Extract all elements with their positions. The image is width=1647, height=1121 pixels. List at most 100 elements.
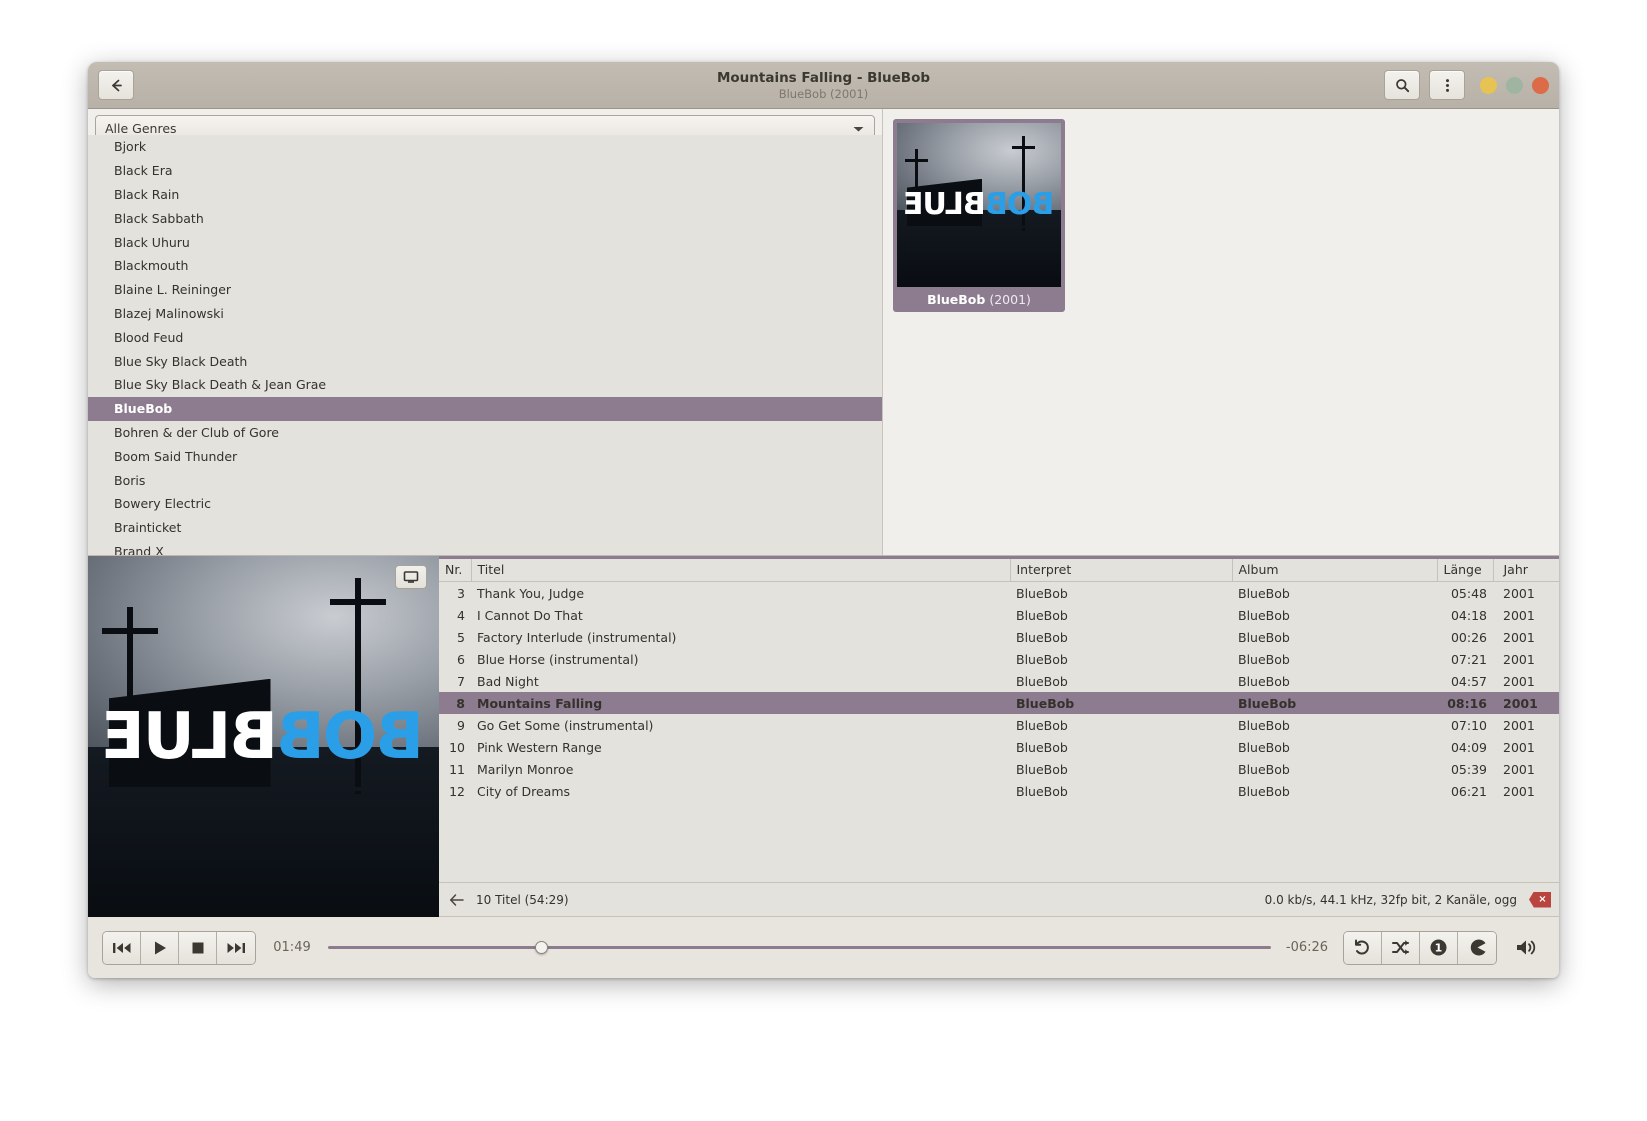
skip-forward-icon bbox=[227, 942, 245, 953]
stop-button[interactable] bbox=[179, 931, 217, 964]
seek-slider[interactable] bbox=[328, 935, 1271, 961]
table-row[interactable]: 10 Pink Western Range BlueBob BlueBob 04:09 2… bbox=[439, 736, 1559, 758]
artist-list-item[interactable]: Black Uhuru bbox=[88, 230, 882, 254]
back-button[interactable] bbox=[98, 70, 134, 100]
browser-area: Alle Genres Bjork Black Era Black Rain Blac… bbox=[88, 109, 1559, 555]
close-button[interactable] bbox=[1532, 76, 1549, 94]
back-arrow-icon bbox=[111, 79, 122, 91]
status-close-tag[interactable]: × bbox=[1529, 891, 1551, 908]
artist-list-item[interactable]: Bjork bbox=[88, 135, 882, 159]
cell-interpret: BlueBob bbox=[1016, 673, 1068, 689]
table-row[interactable]: 6 Blue Horse (instrumental) BlueBob BlueBob… bbox=[439, 648, 1559, 670]
column-header-laenge[interactable]: Länge bbox=[1437, 559, 1494, 582]
cell-interpret: BlueBob bbox=[1016, 761, 1068, 777]
cover-expand-button[interactable] bbox=[395, 565, 427, 589]
table-row[interactable]: 3 Thank You, Judge BlueBob BlueBob 05:48 2001 bbox=[439, 582, 1559, 605]
table-row[interactable]: 4 I Cannot Do That BlueBob BlueBob 04:18 2001 bbox=[439, 604, 1559, 626]
table-row[interactable]: 12 City of Dreams BlueBob BlueBob 06:21 2001 bbox=[439, 780, 1559, 802]
table-row[interactable]: 11 Marilyn Monroe BlueBob BlueBob 05:39 2001 bbox=[439, 758, 1559, 780]
cell-titel: Factory Interlude (instrumental) bbox=[477, 629, 677, 645]
artist-label: Blaine L. Reininger bbox=[114, 282, 232, 298]
album-card[interactable]: BLUEBOB BlueBob (2001) bbox=[893, 119, 1065, 312]
cell-jahr: 2001 bbox=[1503, 651, 1535, 667]
maximize-button[interactable] bbox=[1506, 76, 1523, 94]
cell-jahr: 2001 bbox=[1503, 673, 1535, 689]
cell-interpret: BlueBob bbox=[1016, 783, 1068, 799]
artist-label: Brainticket bbox=[114, 520, 182, 536]
cell-laenge: 04:09 bbox=[1450, 739, 1487, 755]
cell-jahr: 2001 bbox=[1503, 607, 1535, 623]
search-icon bbox=[1395, 78, 1409, 92]
repeat-button[interactable] bbox=[1344, 931, 1382, 964]
player-controls-bar: 01:49 -06:26 1 bbox=[88, 916, 1559, 978]
table-row[interactable]: 5 Factory Interlude (instrumental) BlueBob… bbox=[439, 626, 1559, 648]
screen-icon bbox=[403, 571, 419, 583]
close-tag-label: × bbox=[1538, 894, 1547, 905]
cell-album: BlueBob bbox=[1238, 651, 1290, 667]
tracklist-table[interactable]: Nr. Titel Interpret Album Länge Jahr 3 Th… bbox=[439, 559, 1559, 802]
minimize-button[interactable] bbox=[1480, 76, 1497, 94]
kebab-menu-icon bbox=[1445, 78, 1449, 92]
album-year: (2001) bbox=[989, 292, 1031, 307]
artist-label: Blackmouth bbox=[114, 258, 189, 274]
shuffle-button[interactable] bbox=[1382, 931, 1420, 964]
artist-browser-pane: Alle Genres Bjork Black Era Black Rain Blac… bbox=[88, 109, 883, 555]
page-title: Mountains Falling - BlueBob bbox=[716, 69, 931, 86]
artist-list-item[interactable]: Blazej Malinowski bbox=[88, 302, 882, 326]
volume-button[interactable] bbox=[1507, 932, 1545, 964]
playback-mode-buttons: 1 bbox=[1343, 930, 1497, 965]
consume-button[interactable] bbox=[1458, 931, 1496, 964]
shuffle-icon bbox=[1392, 940, 1409, 955]
artist-label: Boris bbox=[114, 472, 146, 488]
cell-titel: Bad Night bbox=[477, 673, 539, 689]
audio-format-label: 0.0 kb/s, 44.1 kHz, 32fp bit, 2 Kanäle, … bbox=[1264, 892, 1517, 907]
play-button[interactable] bbox=[141, 931, 179, 964]
column-header-nr[interactable]: Nr. bbox=[439, 559, 472, 582]
artist-list-item[interactable]: Boris bbox=[88, 468, 882, 492]
artist-list-item[interactable]: Blue Sky Black Death bbox=[88, 349, 882, 373]
stop-icon bbox=[192, 942, 203, 953]
cell-nr: 3 bbox=[457, 585, 465, 601]
artist-list-item[interactable]: Bowery Electric bbox=[88, 492, 882, 516]
artist-list-item[interactable]: BlueBob bbox=[88, 396, 882, 421]
artist-list-item[interactable]: Blackmouth bbox=[88, 254, 882, 278]
back-arrow-icon[interactable] bbox=[449, 893, 466, 907]
cell-titel: Pink Western Range bbox=[477, 739, 602, 755]
column-header-album[interactable]: Album bbox=[1232, 559, 1438, 582]
column-header-interpret[interactable]: Interpret bbox=[1010, 559, 1233, 582]
table-row[interactable]: 7 Bad Night BlueBob BlueBob 04:57 2001 bbox=[439, 670, 1559, 692]
album-artist: BlueBob bbox=[927, 292, 986, 307]
seek-handle[interactable] bbox=[535, 941, 549, 954]
column-header-jahr[interactable]: Jahr bbox=[1493, 559, 1559, 582]
artist-list-item[interactable]: Black Rain bbox=[88, 183, 882, 207]
transport-buttons bbox=[102, 930, 256, 965]
artist-list-item[interactable]: Blue Sky Black Death & Jean Grae bbox=[88, 373, 882, 397]
artist-list-item[interactable]: Brainticket bbox=[88, 516, 882, 540]
artist-list-item[interactable]: Black Sabbath bbox=[88, 206, 882, 230]
search-button[interactable] bbox=[1384, 70, 1420, 100]
single-track-button[interactable]: 1 bbox=[1420, 931, 1458, 964]
cell-nr: 8 bbox=[439, 692, 471, 714]
cell-jahr: 2001 bbox=[1503, 717, 1535, 733]
previous-track-button[interactable] bbox=[103, 931, 141, 964]
artist-list[interactable]: Bjork Black Era Black Rain Black Sabbath Bla… bbox=[88, 135, 882, 555]
genre-filter-value: Alle Genres bbox=[105, 121, 177, 136]
table-row[interactable]: 8 Mountains Falling BlueBob BlueBob 08:16 200… bbox=[439, 692, 1559, 714]
artist-list-item[interactable]: Blood Feud bbox=[88, 325, 882, 349]
column-header-titel[interactable]: Titel bbox=[471, 559, 1011, 582]
cell-interpret: BlueBob bbox=[1016, 717, 1068, 733]
artist-list-item[interactable]: Black Era bbox=[88, 159, 882, 183]
artist-list-item[interactable]: Blaine L. Reininger bbox=[88, 278, 882, 302]
tracklist-header-row: Nr. Titel Interpret Album Länge Jahr bbox=[439, 559, 1559, 582]
artist-list-item[interactable]: Brand X bbox=[88, 540, 882, 555]
menu-button[interactable] bbox=[1429, 70, 1465, 100]
cell-nr: 10 bbox=[449, 739, 465, 755]
artist-list-item[interactable]: Bohren & der Club of Gore bbox=[88, 421, 882, 445]
next-track-button[interactable] bbox=[217, 931, 255, 964]
artist-label: BlueBob bbox=[114, 401, 173, 417]
artist-label: Blazej Malinowski bbox=[114, 305, 224, 321]
table-row[interactable]: 9 Go Get Some (instrumental) BlueBob BlueBo… bbox=[439, 714, 1559, 736]
artist-list-item[interactable]: Boom Said Thunder bbox=[88, 444, 882, 468]
now-cover-text-left: BLUE bbox=[103, 700, 278, 775]
cover-text-right: BOB bbox=[985, 186, 1055, 222]
